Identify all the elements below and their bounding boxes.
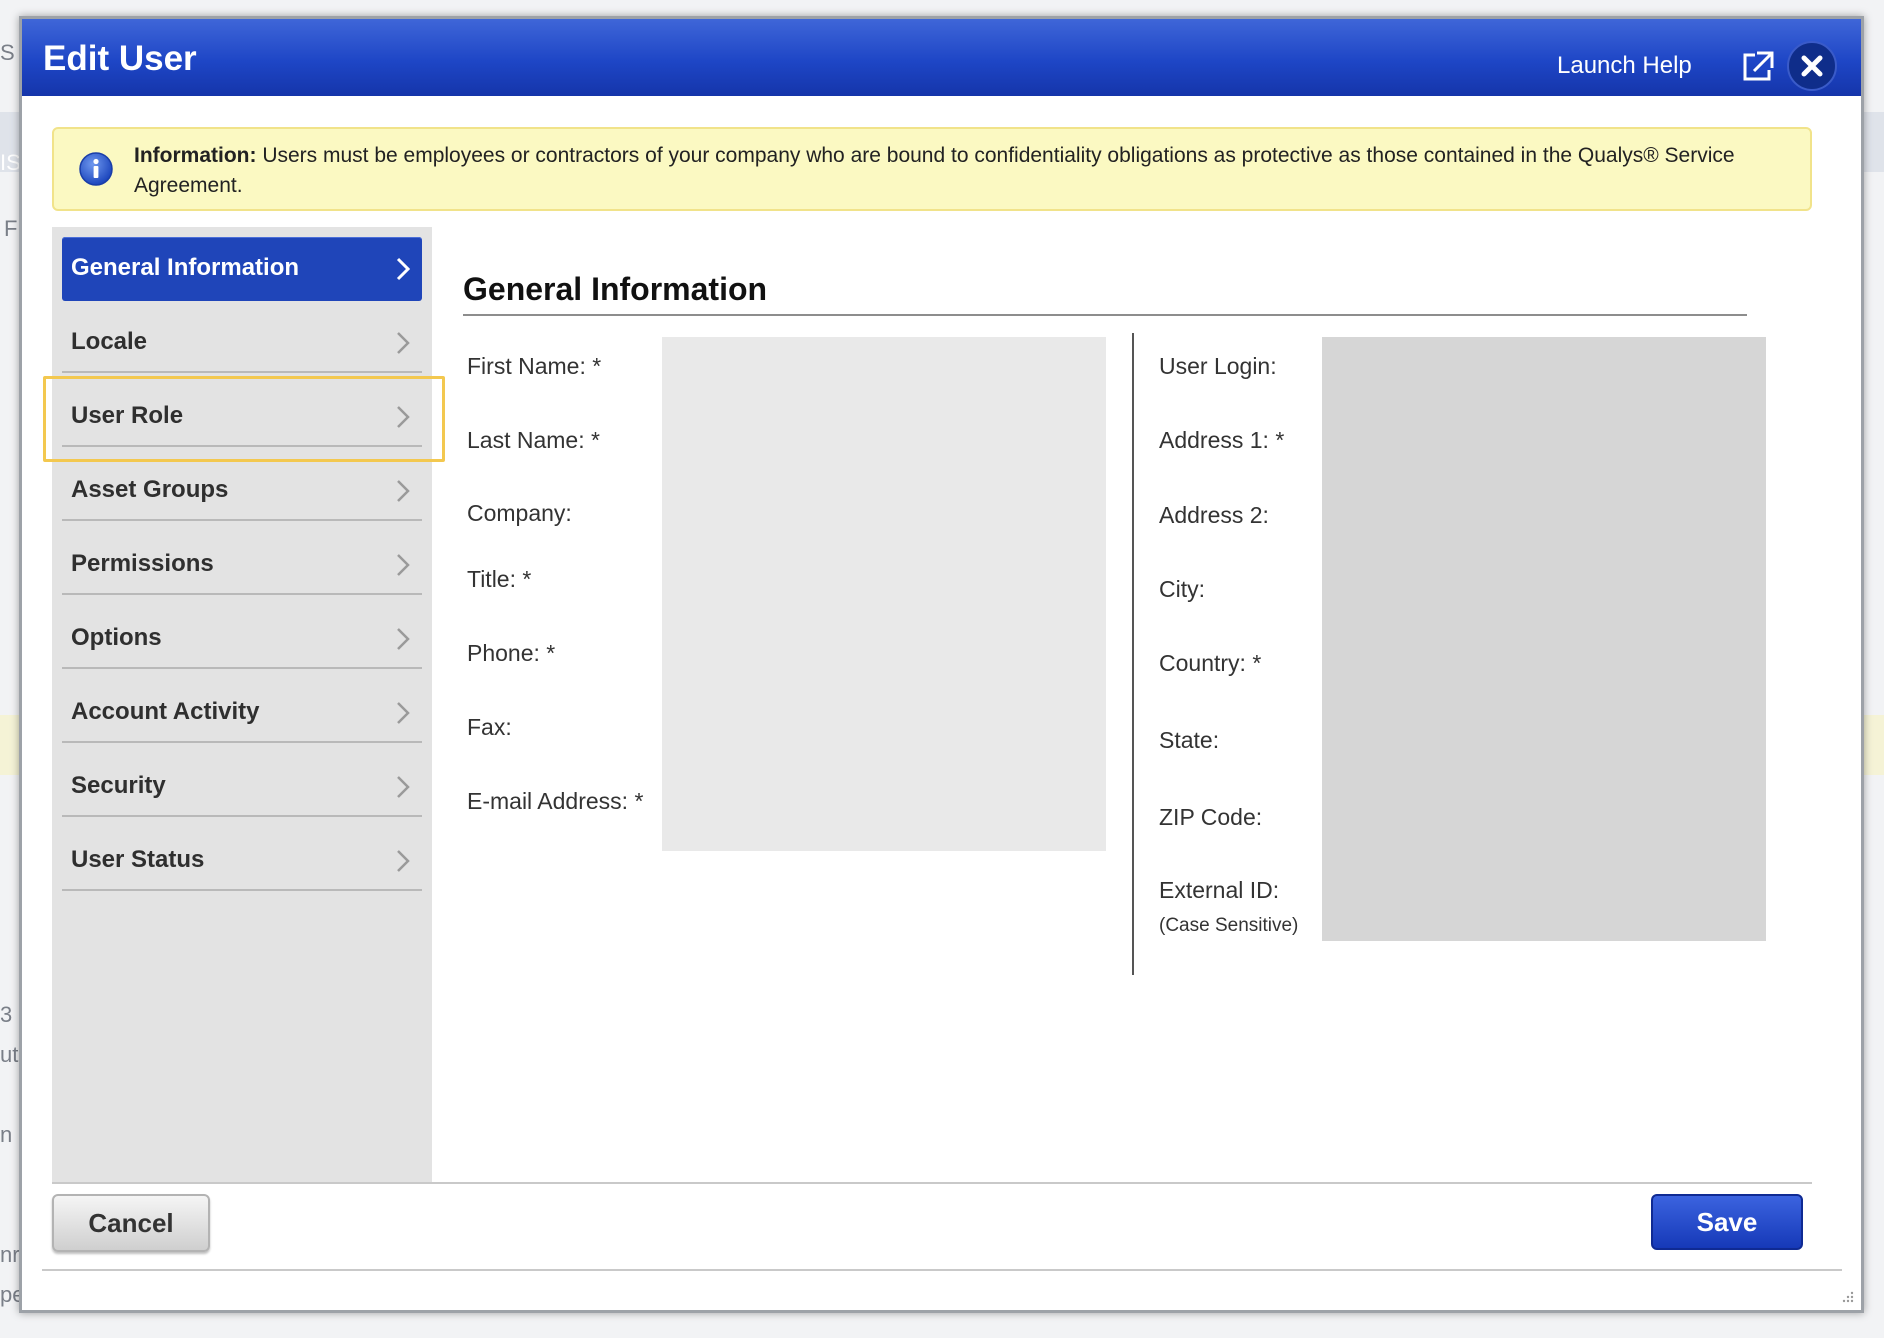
chevron-right-icon — [397, 480, 410, 502]
chevron-right-icon — [397, 850, 410, 872]
chevron-right-icon — [397, 776, 410, 798]
user-login-label: User Login: — [1159, 353, 1277, 379]
section-divider — [463, 314, 1747, 316]
phone-label: Phone: * — [467, 640, 556, 666]
zip-code-label: ZIP Code: — [1159, 804, 1263, 830]
sidebar-item-user-status[interactable]: User Status — [62, 829, 422, 891]
fax-label: Fax: — [467, 714, 512, 740]
email-address-label: E-mail Address: * — [467, 788, 644, 814]
sidebar-item-label: Security — [71, 772, 166, 799]
sidebar-item-label: Permissions — [71, 550, 214, 577]
dialog-title: Edit User — [43, 39, 197, 78]
sidebar-item-options[interactable]: Options — [62, 607, 422, 669]
dialog-titlebar: Edit User Launch Help — [22, 19, 1861, 96]
information-heading: Information: — [134, 144, 257, 167]
sidebar-item-label: User Role — [71, 402, 184, 429]
sidebar-item-asset-groups[interactable]: Asset Groups — [62, 459, 422, 521]
sidebar-item-label: Options — [71, 624, 162, 651]
sidebar-item-label: Account Activity — [71, 698, 260, 725]
background-text: 3 — [0, 1002, 13, 1027]
country-label: Country: * — [1159, 650, 1262, 676]
left-fields-redacted-area[interactable] — [662, 337, 1106, 851]
chevron-right-icon — [396, 257, 410, 281]
close-icon — [1801, 55, 1823, 77]
sidebar-item-label: Asset Groups — [71, 476, 229, 503]
city-label: City: — [1159, 576, 1205, 602]
sidebar-item-label: General Information — [71, 254, 300, 281]
sidebar-item-account-activity[interactable]: Account Activity — [62, 681, 422, 743]
sidebar-item-locale[interactable]: Locale — [62, 311, 422, 373]
external-id-label: External ID: — [1159, 877, 1280, 903]
cancel-button[interactable]: Cancel — [52, 1194, 210, 1252]
background-text: IS — [0, 150, 21, 175]
sidebar-item-general-information[interactable]: General Information — [62, 237, 422, 301]
resize-grip-icon[interactable] — [1841, 1290, 1855, 1304]
edit-user-dialog: Edit User Launch Help Information: Users… — [19, 16, 1864, 1313]
sidebar-item-label: Locale — [71, 328, 148, 355]
sidebar-item-permissions[interactable]: Permissions — [62, 533, 422, 595]
sidebar-item-security[interactable]: Security — [62, 755, 422, 817]
chevron-right-icon — [397, 702, 410, 724]
close-button[interactable] — [1787, 41, 1837, 91]
sidebar-nav: General Information Locale User Role Ass… — [52, 227, 432, 1182]
section-title: General Information — [463, 271, 768, 307]
info-icon — [78, 151, 114, 187]
footer-divider — [52, 1182, 1812, 1184]
chevron-right-icon — [397, 406, 410, 428]
title-label: Title: * — [467, 566, 532, 592]
address-2-label: Address 2: — [1159, 502, 1269, 528]
last-name-label: Last Name: * — [467, 427, 600, 453]
background-text: S — [0, 40, 15, 65]
background-text: nr — [0, 1242, 20, 1267]
state-label: State: — [1159, 727, 1220, 753]
right-fields-redacted-area[interactable] — [1322, 337, 1766, 941]
external-id-note: (Case Sensitive) — [1159, 915, 1299, 936]
column-divider — [1132, 333, 1134, 975]
background-text: F — [4, 216, 18, 241]
company-label: Company: — [467, 500, 572, 526]
information-notice: Information: Users must be employees or … — [52, 127, 1812, 211]
information-body: Users must be employees or contractors o… — [134, 144, 1735, 197]
chevron-right-icon — [397, 628, 410, 650]
information-text: Information: Users must be employees or … — [134, 141, 1774, 201]
external-link-icon[interactable] — [1742, 49, 1776, 83]
background-text: ut — [0, 1042, 19, 1067]
bottom-divider — [42, 1269, 1842, 1271]
chevron-right-icon — [397, 554, 410, 576]
save-button[interactable]: Save — [1651, 1194, 1803, 1250]
sidebar-item-label: User Status — [71, 846, 205, 873]
chevron-right-icon — [397, 332, 410, 354]
launch-help-link[interactable]: Launch Help — [1557, 52, 1692, 80]
first-name-label: First Name: * — [467, 353, 602, 379]
address-1-label: Address 1: * — [1159, 427, 1285, 453]
sidebar-item-user-role[interactable]: User Role — [62, 385, 422, 447]
background-text: n — [0, 1122, 13, 1147]
